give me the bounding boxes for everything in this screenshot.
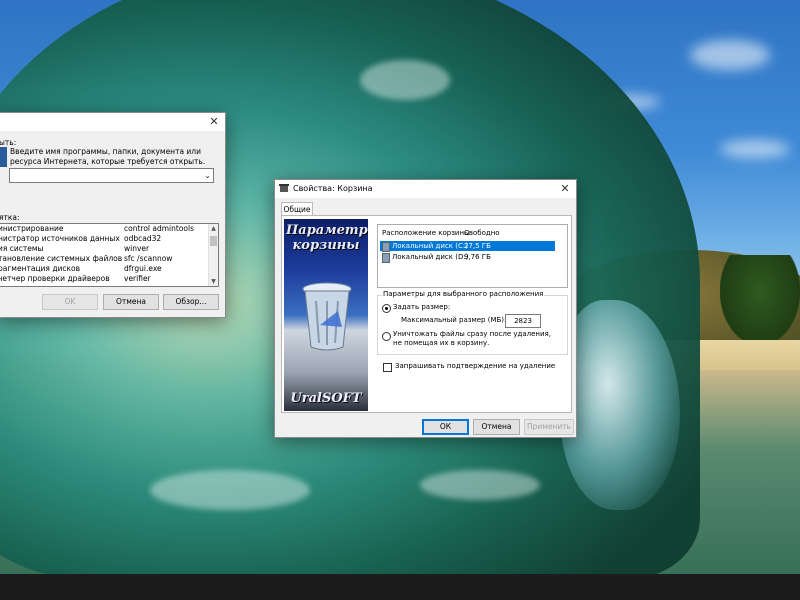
recycle-bin-icon	[302, 282, 352, 351]
cancel-button[interactable]: Отмена	[473, 419, 520, 435]
history-name: нистратор источников данных	[0, 234, 120, 243]
history-command: control admintools	[124, 224, 194, 233]
open-label: ыть:	[0, 138, 17, 147]
history-name: тановление системных файлов	[0, 254, 123, 263]
ok-button[interactable]: OK	[42, 294, 98, 310]
promo-brand: UralSOFT	[290, 391, 362, 406]
drive-icon	[382, 242, 390, 252]
location-row-c[interactable]: Локальный диск (C:) 27,5 ГБ	[380, 241, 555, 252]
open-combobox[interactable]: ⌄	[9, 168, 214, 183]
props-title: Свойства: Корзина	[293, 184, 373, 193]
ok-button[interactable]: ОК	[422, 419, 469, 435]
foam	[420, 470, 540, 500]
delete-immediately-label: Уничтожать файлы сразу после удаления, н…	[393, 330, 551, 347]
history-scrollbar[interactable]: ▲ ▼	[208, 224, 218, 286]
history-command: winver	[124, 244, 150, 253]
location-row-d[interactable]: Локальный диск (D:) 9,76 ГБ	[380, 252, 555, 263]
close-icon[interactable]: ✕	[558, 181, 572, 196]
history-name: ия системы	[0, 244, 44, 253]
cancel-button[interactable]: Отмена	[103, 294, 159, 310]
history-label: ятка:	[0, 213, 20, 222]
confirm-delete-checkbox[interactable]	[383, 363, 392, 372]
props-titlebar[interactable]: Свойства: Корзина ✕	[275, 180, 576, 198]
apply-button[interactable]: Применить	[524, 419, 574, 435]
recycle-bin-properties-dialog: Свойства: Корзина ✕ Общие Параметры корз…	[274, 179, 577, 438]
run-dialog: ✕ ыть: Введите имя программы, папки, док…	[0, 112, 226, 318]
history-command: dfrgui.exe	[124, 264, 162, 273]
group-label: Параметры для выбранного расположения	[382, 290, 545, 298]
foam	[150, 470, 310, 510]
confirm-delete-label: Запрашивать подтверждение на удаление	[395, 362, 556, 370]
palm-trees	[720, 255, 800, 345]
general-tab-panel: Параметры корзины UralSOFT Расположение …	[281, 215, 572, 413]
taskbar	[0, 574, 800, 600]
drive-icon	[382, 253, 390, 263]
delete-immediately-radio[interactable]	[382, 332, 391, 341]
close-icon[interactable]: ✕	[207, 114, 221, 129]
cloud	[690, 40, 770, 70]
promo-banner: Параметры корзины UralSOFT	[284, 219, 368, 411]
location-free: 27,5 ГБ	[464, 242, 491, 250]
locations-list[interactable]: Расположение корзины Свободно Локальный …	[377, 224, 568, 288]
location-name: Локальный диск (C:)	[392, 242, 468, 250]
history-name: рагментация дисков	[0, 264, 81, 273]
run-titlebar[interactable]: ✕	[0, 113, 225, 131]
run-description: Введите имя программы, папки, документа …	[10, 147, 206, 166]
location-settings-group: Параметры для выбранного расположения За…	[377, 290, 568, 355]
chevron-down-icon[interactable]: ⌄	[204, 169, 211, 182]
history-command: odbcad32	[124, 234, 162, 243]
scroll-thumb[interactable]	[210, 236, 217, 246]
promo-title: Параметры корзины	[286, 223, 368, 253]
history-name: четчер проверки драйверов	[0, 274, 110, 283]
scroll-up-icon[interactable]: ▲	[209, 224, 218, 233]
tab-general[interactable]: Общие	[281, 202, 313, 216]
custom-size-radio[interactable]	[382, 304, 391, 313]
browse-button[interactable]: Обзор...	[163, 294, 219, 310]
recycle-bin-icon	[279, 184, 289, 192]
custom-size-label: Задать размер:	[393, 303, 451, 311]
location-free: 9,76 ГБ	[464, 253, 491, 261]
history-name: инистрирование	[0, 224, 64, 233]
history-list[interactable]: инистрирование control admintools нистра…	[0, 223, 219, 287]
column-header-free[interactable]: Свободно	[464, 229, 500, 237]
column-header-location[interactable]: Расположение корзины	[382, 229, 470, 237]
run-icon	[0, 147, 7, 167]
history-command: verifier	[124, 274, 151, 283]
foam	[360, 60, 450, 100]
scroll-down-icon[interactable]: ▼	[209, 277, 218, 286]
history-command: sfc /scannow	[124, 254, 173, 263]
max-size-input[interactable]: 2823	[505, 314, 541, 328]
cloud	[720, 140, 790, 158]
max-size-label: Максимальный размер (МБ):	[401, 316, 507, 324]
location-name: Локальный диск (D:)	[392, 253, 469, 261]
